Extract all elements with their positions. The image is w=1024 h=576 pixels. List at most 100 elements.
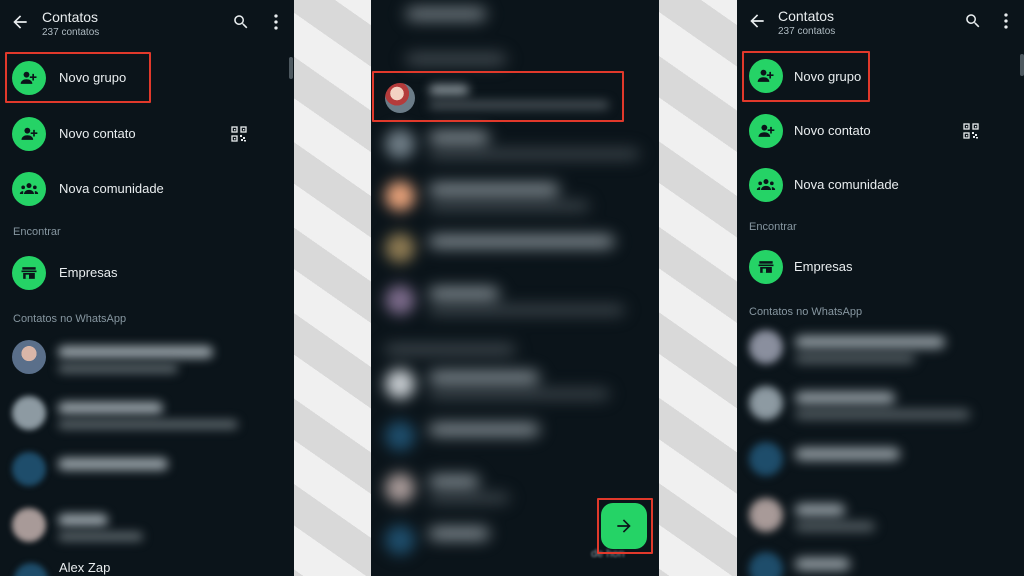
next-button[interactable] bbox=[601, 503, 647, 549]
contact-avatar bbox=[749, 442, 783, 476]
blurred-contact-status bbox=[429, 101, 609, 109]
contacts-screen-right: Contatos 237 contatos Novo grupo Novo co… bbox=[737, 0, 1024, 576]
contact-avatar bbox=[12, 340, 46, 374]
blurred-title bbox=[406, 8, 486, 20]
blurred-caption: de hon bbox=[591, 548, 625, 560]
new-community-row[interactable]: Nova comunidade bbox=[0, 166, 294, 212]
blurred-contact-name bbox=[58, 402, 163, 414]
businesses-label: Empresas bbox=[59, 265, 118, 280]
page-title: Contatos bbox=[778, 8, 835, 24]
contact-item[interactable] bbox=[737, 376, 1024, 432]
scrollbar-thumb[interactable] bbox=[289, 57, 293, 79]
contact-item[interactable] bbox=[737, 488, 1024, 544]
blurred-subtitle bbox=[406, 54, 506, 64]
member-avatar bbox=[385, 369, 415, 399]
section-header-find: Encontrar bbox=[749, 221, 797, 233]
member-row[interactable] bbox=[371, 120, 659, 172]
person-add-icon bbox=[12, 117, 46, 151]
member-avatar bbox=[385, 285, 415, 315]
blurred-contact-status bbox=[58, 364, 178, 373]
search-icon[interactable] bbox=[964, 12, 982, 30]
businesses-row[interactable]: Empresas bbox=[737, 244, 1024, 290]
section-header-contacts: Contatos no WhatsApp bbox=[749, 306, 863, 318]
member-avatar bbox=[385, 421, 415, 451]
section-header-find: Encontrar bbox=[13, 226, 61, 238]
contact-avatar bbox=[12, 452, 46, 486]
qr-code-icon[interactable] bbox=[963, 123, 979, 139]
contact-item[interactable] bbox=[0, 330, 294, 386]
blurred-contact-name bbox=[795, 504, 845, 516]
new-group-row[interactable]: Novo grupo bbox=[737, 53, 1024, 99]
member-avatar bbox=[385, 181, 415, 211]
blurred-contact-status bbox=[795, 410, 970, 419]
storefront-icon bbox=[749, 250, 783, 284]
more-vert-icon[interactable] bbox=[273, 13, 279, 31]
contact-avatar bbox=[12, 396, 46, 430]
arrow-right-icon bbox=[617, 519, 631, 533]
contact-avatar bbox=[14, 563, 48, 576]
page-title: Contatos bbox=[42, 9, 99, 25]
new-group-row[interactable]: Novo grupo bbox=[0, 55, 294, 101]
member-avatar bbox=[385, 129, 415, 159]
blurred-contact-name bbox=[795, 448, 900, 460]
member-row[interactable] bbox=[371, 360, 659, 412]
member-row[interactable] bbox=[371, 172, 659, 224]
contact-avatar bbox=[749, 386, 783, 420]
contact-item[interactable] bbox=[0, 386, 294, 442]
storefront-icon bbox=[12, 256, 46, 290]
contact-avatar bbox=[749, 498, 783, 532]
blurred-contact-status bbox=[795, 522, 875, 531]
member-row[interactable] bbox=[371, 276, 659, 328]
app-header: Contatos 237 contatos bbox=[0, 0, 294, 46]
member-row[interactable] bbox=[371, 412, 659, 464]
blurred-contact-name bbox=[795, 558, 850, 570]
blurred-contact-name bbox=[429, 85, 469, 95]
blurred-contact-list bbox=[737, 320, 1024, 576]
selected-contact-avatar bbox=[385, 83, 415, 113]
contact-avatar bbox=[749, 552, 783, 576]
contact-item[interactable] bbox=[0, 442, 294, 498]
new-contact-label: Novo contato bbox=[794, 123, 871, 138]
new-group-label: Novo grupo bbox=[59, 70, 127, 85]
blurred-contact-name bbox=[795, 336, 945, 348]
contact-item[interactable] bbox=[737, 432, 1024, 488]
contact-name[interactable]: Alex Zap bbox=[59, 560, 110, 575]
new-community-label: Nova comunidade bbox=[794, 177, 899, 192]
businesses-label: Empresas bbox=[794, 259, 853, 274]
qr-code-icon[interactable] bbox=[231, 126, 247, 142]
blurred-contact-status bbox=[58, 532, 143, 541]
new-community-label: Nova comunidade bbox=[59, 181, 164, 196]
select-members-screen: de hon bbox=[371, 0, 659, 576]
new-community-row[interactable]: Nova comunidade bbox=[737, 162, 1024, 208]
member-avatar bbox=[385, 233, 415, 263]
new-contact-row[interactable]: Novo contato bbox=[0, 111, 294, 157]
community-icon bbox=[749, 168, 783, 202]
member-row[interactable] bbox=[371, 224, 659, 276]
contact-item[interactable] bbox=[737, 320, 1024, 376]
arrow-left-icon[interactable] bbox=[747, 11, 767, 31]
new-contact-row[interactable]: Novo contato bbox=[737, 108, 1024, 154]
arrow-left-icon[interactable] bbox=[10, 12, 30, 32]
section-header-contacts: Contatos no WhatsApp bbox=[13, 313, 127, 325]
member-avatar bbox=[385, 525, 415, 555]
blurred-contact-status bbox=[795, 354, 915, 363]
contact-item[interactable] bbox=[0, 498, 294, 554]
contact-count: 237 contatos bbox=[778, 26, 836, 37]
search-icon[interactable] bbox=[232, 13, 250, 31]
blurred-contact-name bbox=[58, 346, 213, 358]
scrollbar-thumb[interactable] bbox=[1020, 54, 1024, 76]
new-group-label: Novo grupo bbox=[794, 69, 862, 84]
person-add-icon bbox=[749, 114, 783, 148]
blurred-contact-name bbox=[58, 514, 108, 526]
app-header: Contatos 237 contatos bbox=[737, 0, 1024, 46]
blurred-contact-name bbox=[795, 392, 895, 404]
more-vert-icon[interactable] bbox=[1003, 12, 1009, 30]
member-avatar bbox=[385, 473, 415, 503]
contact-avatar bbox=[749, 330, 783, 364]
selected-contact-row[interactable] bbox=[371, 73, 659, 125]
businesses-row[interactable]: Empresas bbox=[0, 250, 294, 296]
blurred-contact-name bbox=[58, 458, 168, 470]
contact-item[interactable] bbox=[737, 542, 1024, 576]
contact-count: 237 contatos bbox=[42, 27, 100, 38]
contact-avatar bbox=[12, 508, 46, 542]
